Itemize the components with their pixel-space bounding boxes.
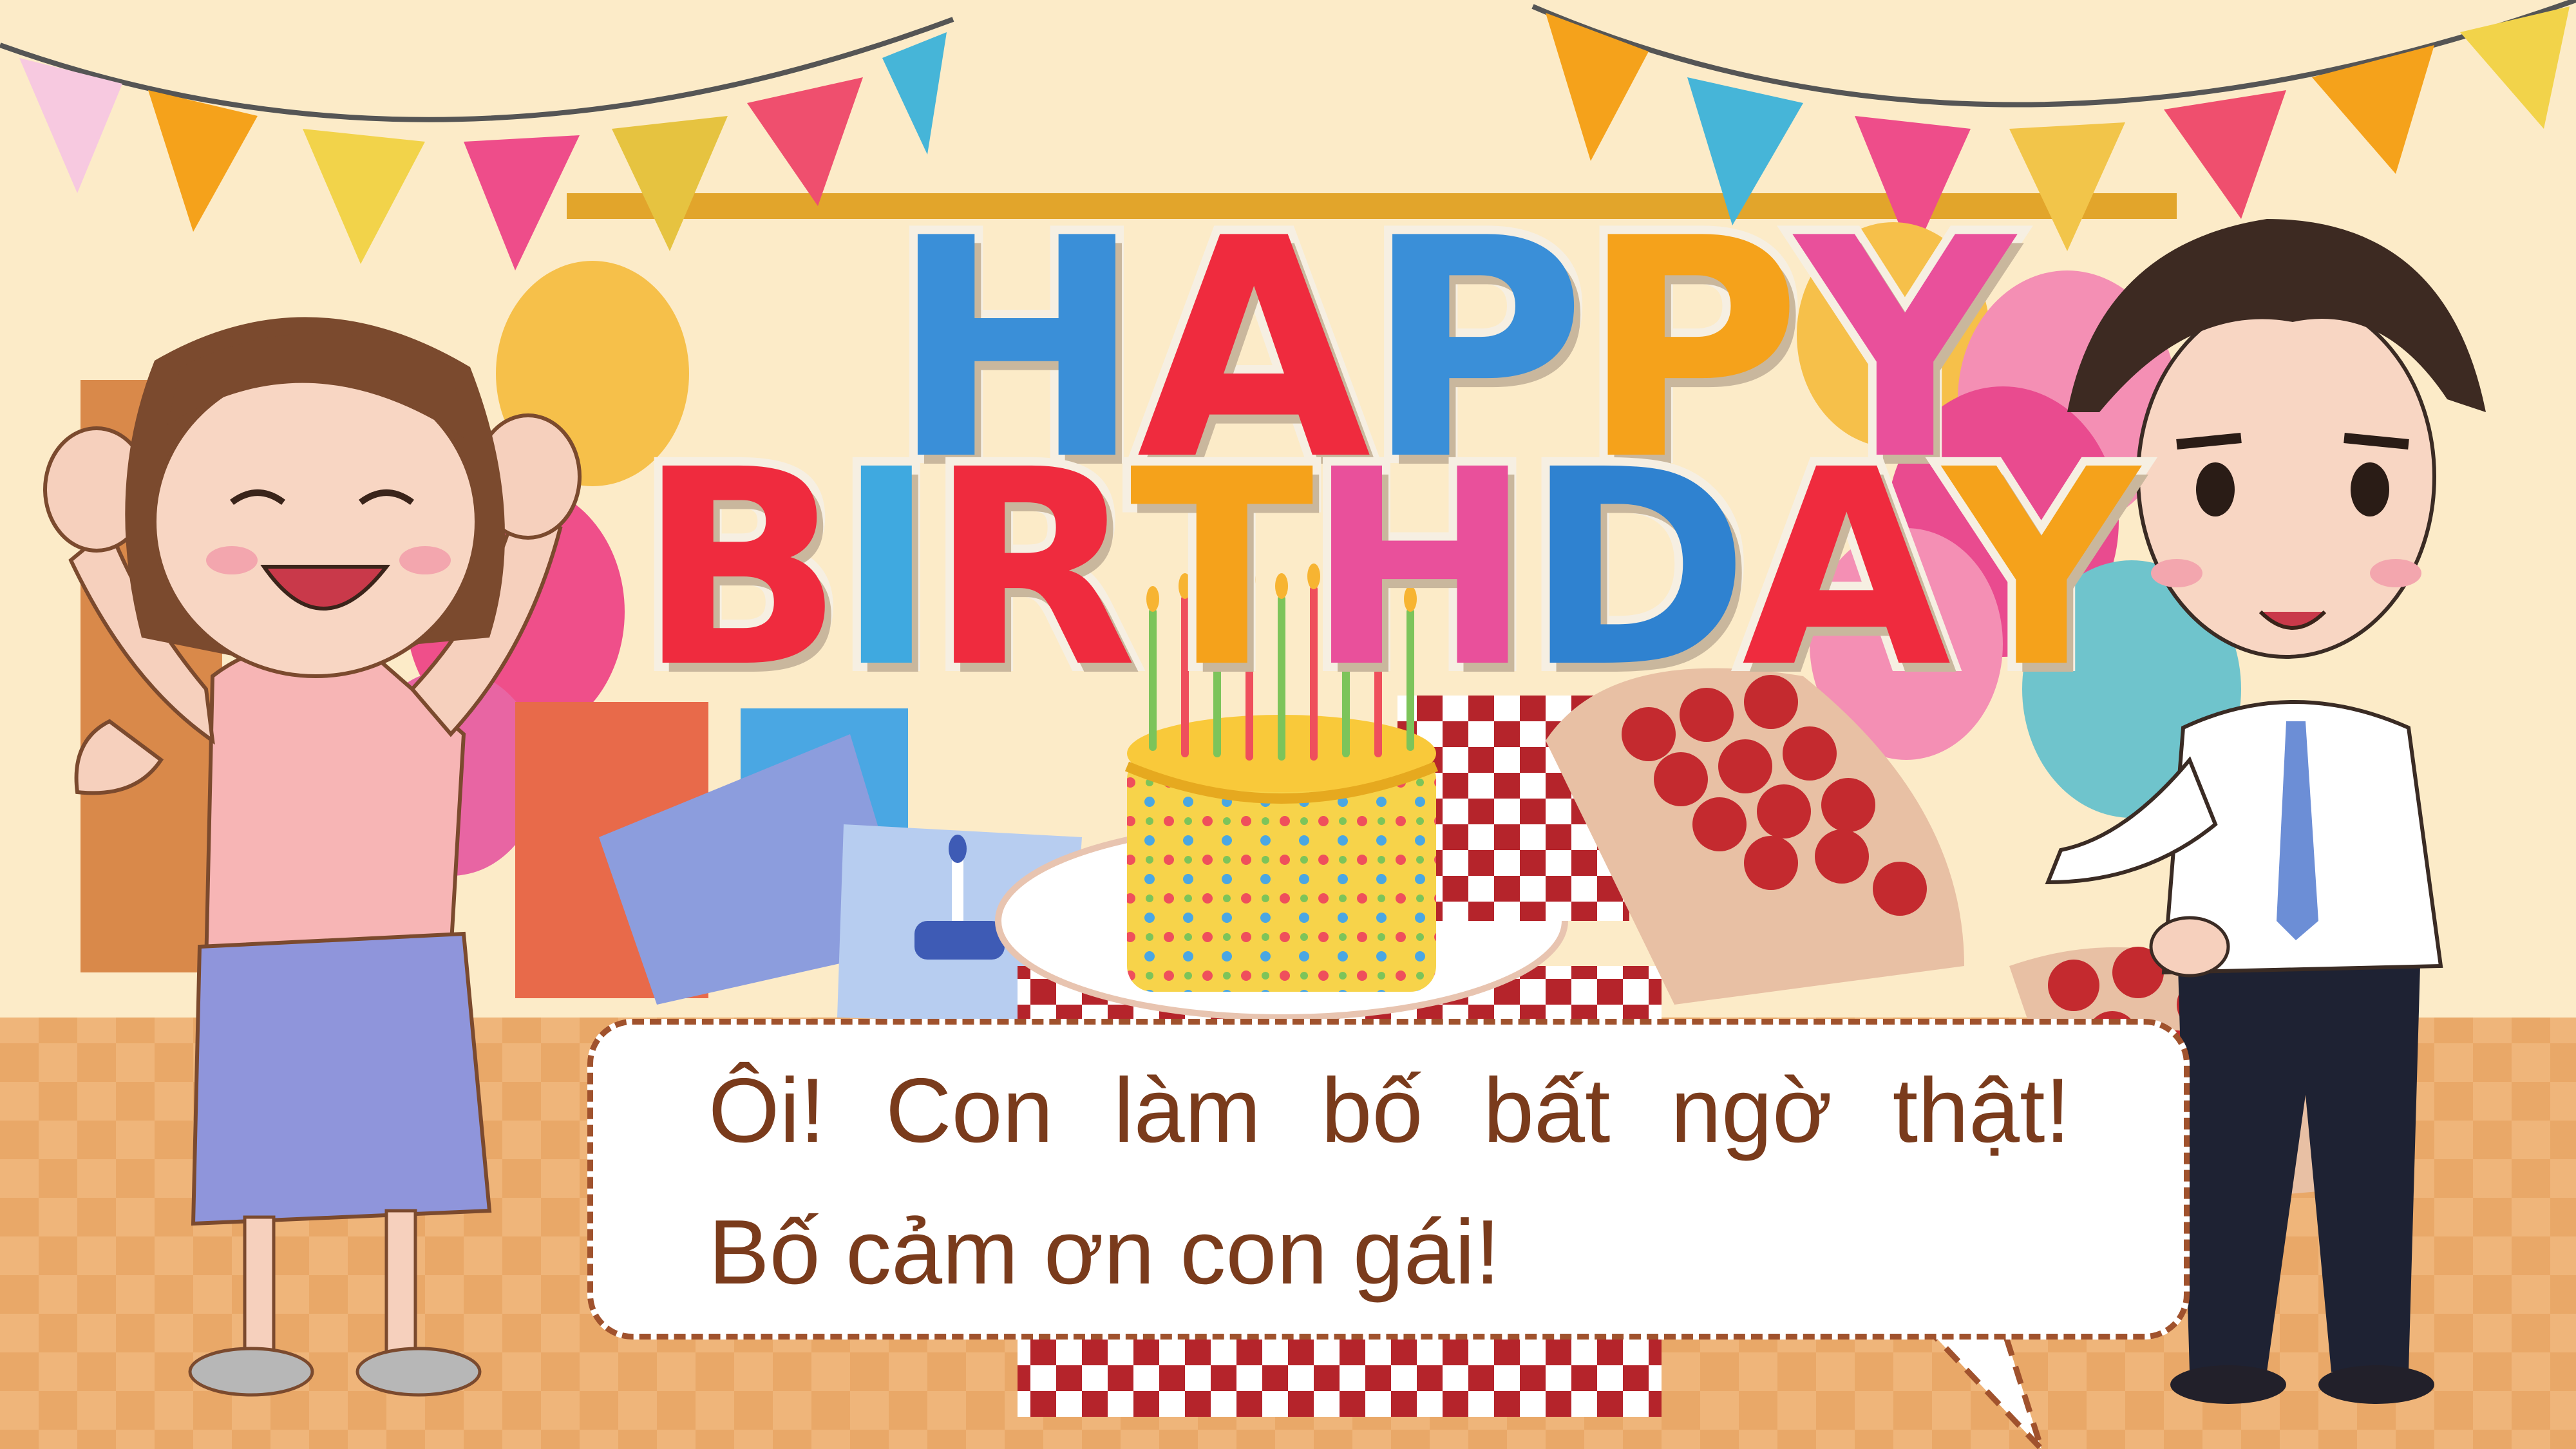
sign-letter: B	[629, 404, 852, 735]
sign-letter: I	[828, 404, 945, 735]
speech-bubble-text: Ôi! Con làm bố bất ngờ thật! Bố cảm ơn c…	[708, 1040, 2070, 1323]
sign-letter: Y	[1935, 404, 2148, 735]
birthday-scene: HAPPY BIRTHDAY Ôi! Con làm bố bất ngờ th…	[0, 0, 2576, 1449]
sign-letter: A	[1734, 404, 1960, 735]
sign-letter: D	[1517, 404, 1758, 735]
sign-letter: H	[1298, 404, 1541, 735]
dialogue-line-2: Bố cảm ơn con gái!	[708, 1201, 1501, 1303]
sign-letter: T	[1121, 404, 1322, 735]
dialogue-line-1: Ôi! Con làm bố bất ngờ thật!	[708, 1059, 2070, 1162]
birthday-sign-word: BIRTHDAY	[97, 404, 2576, 735]
sign-letter: R	[921, 404, 1146, 735]
